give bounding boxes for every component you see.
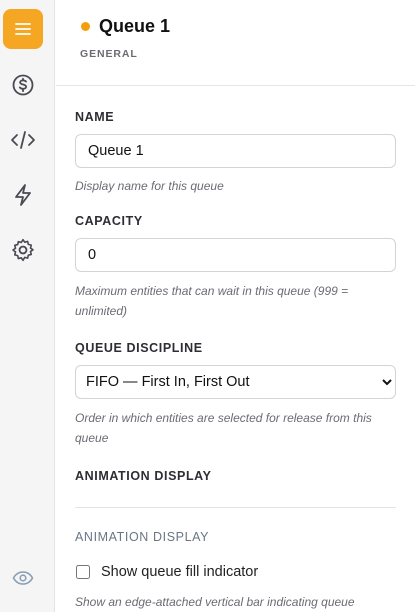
fill-indicator-label[interactable]: Show queue fill indicator — [101, 564, 258, 580]
visibility-button[interactable] — [3, 558, 43, 598]
menu-icon — [15, 23, 31, 35]
name-input[interactable] — [75, 134, 396, 168]
lightning-icon — [15, 184, 31, 206]
settings-button[interactable] — [3, 230, 43, 270]
capacity-help: Maximum entities that can wait in this q… — [75, 284, 349, 318]
fill-indicator-checkbox[interactable] — [76, 565, 90, 579]
capacity-label: CAPACITY — [75, 214, 143, 228]
gear-icon — [12, 238, 34, 262]
properties-panel: Queue 1 GENERAL NAME Display name for th… — [56, 0, 415, 612]
name-help: Display name for this queue — [75, 179, 224, 193]
menu-button[interactable] — [3, 9, 43, 49]
code-button[interactable] — [3, 120, 43, 160]
code-icon — [11, 131, 35, 149]
fill-indicator-row[interactable]: Show queue fill indicator — [75, 564, 258, 580]
status-dot — [81, 22, 90, 31]
cost-button[interactable] — [3, 65, 43, 105]
panel-subtitle: GENERAL — [80, 48, 138, 60]
fill-indicator-help: Show an edge-attached vertical bar indic… — [75, 595, 355, 609]
discipline-label: QUEUE DISCIPLINE — [75, 341, 203, 355]
dollar-icon — [12, 74, 34, 96]
section-divider — [75, 507, 396, 508]
discipline-select[interactable]: FIFO — First In, First Out — [75, 365, 396, 399]
panel-title: Queue 1 — [99, 16, 171, 36]
discipline-help: Order in which entities are selected for… — [75, 411, 372, 445]
icon-rail — [0, 0, 55, 612]
name-label: NAME — [75, 110, 115, 124]
capacity-input[interactable] — [75, 238, 396, 272]
animation-section-title: ANIMATION DISPLAY — [75, 530, 210, 544]
eye-icon — [12, 571, 34, 585]
panel-header: Queue 1 GENERAL — [56, 0, 415, 86]
events-button[interactable] — [3, 175, 43, 215]
animation-heading: ANIMATION DISPLAY — [75, 469, 212, 483]
